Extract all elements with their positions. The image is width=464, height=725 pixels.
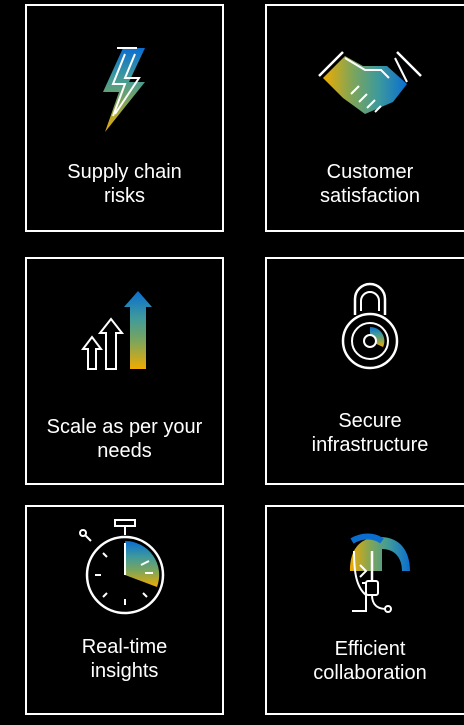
tile-scale-as-per-your-needs[interactable]: Scale as per your needs (25, 257, 224, 485)
tile-customer-satisfaction[interactable]: Customer satisfaction (265, 4, 464, 232)
tile-label: Secure infrastructure (311, 410, 429, 456)
tile-supply-chain-risks[interactable]: Supply chain risks (25, 4, 224, 232)
tile-label: Efficient collaboration (313, 638, 427, 684)
tile-secure-infrastructure[interactable]: Secure infrastructure (265, 257, 464, 485)
scale-arrows-icon (27, 285, 222, 371)
tile-efficient-collaboration[interactable]: Efficient collaboration (265, 505, 464, 715)
headset-person-icon (267, 531, 464, 619)
tile-label: Scale as per your needs (46, 416, 203, 462)
handshake-icon (267, 48, 464, 122)
tile-label: Real-time insights (81, 636, 168, 682)
stopwatch-icon (27, 517, 222, 617)
tile-real-time-insights[interactable]: Real-time insights (25, 505, 224, 715)
lightning-bolt-icon (27, 44, 222, 136)
tile-label: Supply chain risks (67, 161, 182, 207)
padlock-icon (267, 281, 464, 371)
tile-label: Customer satisfaction (319, 161, 421, 207)
